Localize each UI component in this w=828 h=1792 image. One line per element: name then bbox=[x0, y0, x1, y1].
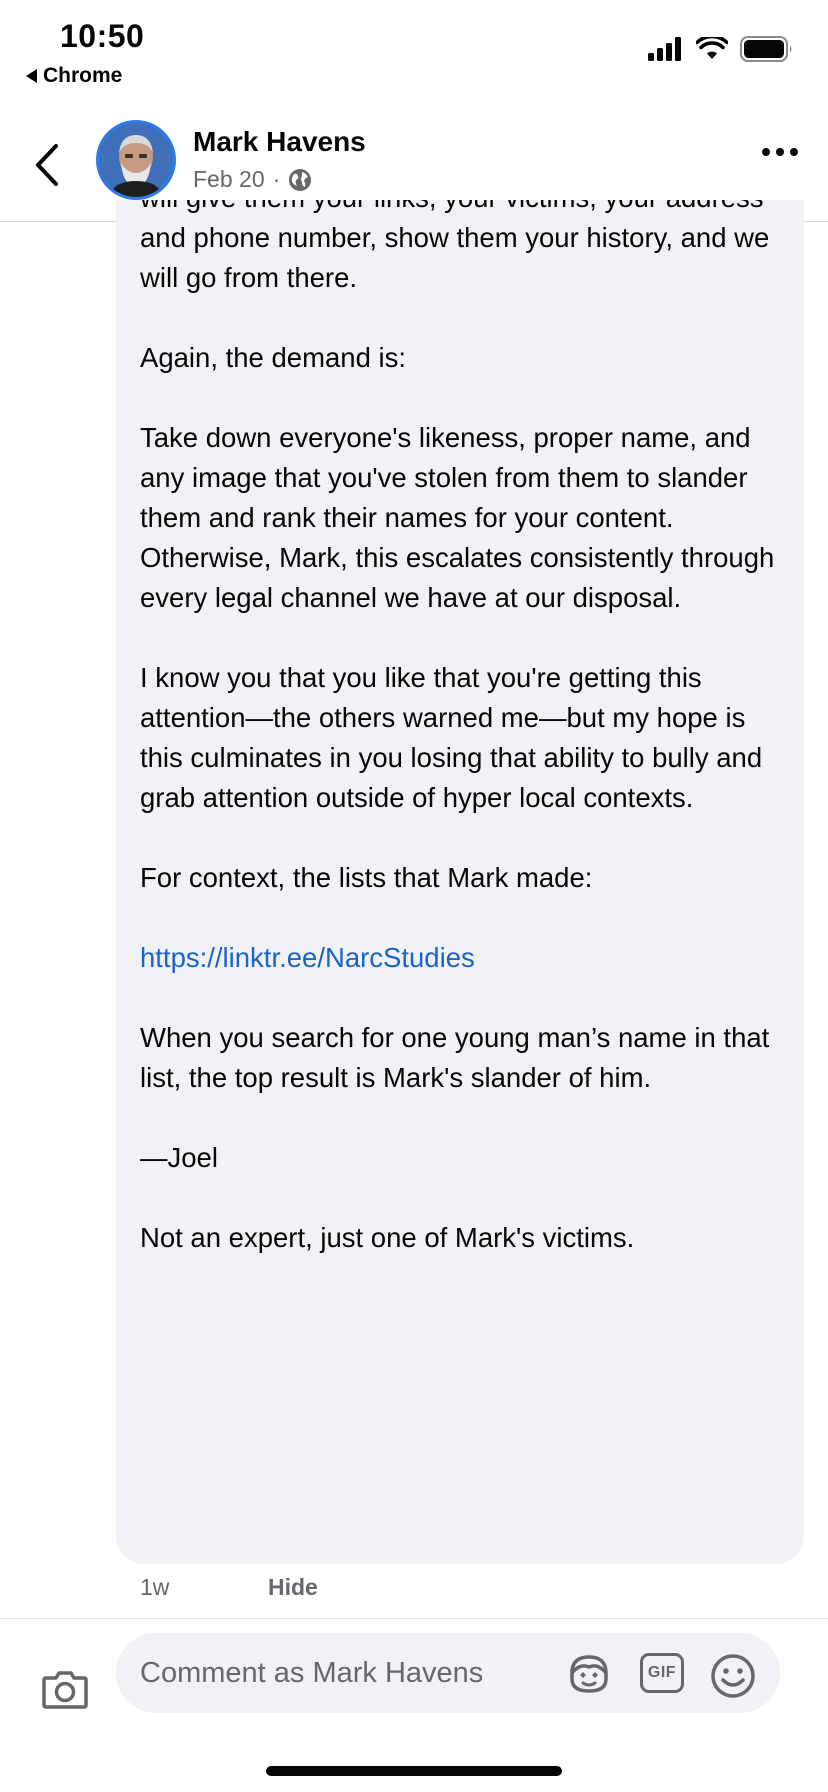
comment-bubble: harassment in Dallas. I'll see what they… bbox=[116, 200, 804, 1564]
post-meta: Feb 20 · bbox=[193, 166, 312, 193]
post-date[interactable]: Feb 20 bbox=[193, 166, 265, 193]
narcstudies-link[interactable]: https://linktr.ee/NarcStudies bbox=[140, 942, 475, 973]
more-dot-icon bbox=[762, 148, 770, 156]
home-indicator[interactable] bbox=[266, 1766, 562, 1776]
avatar-portrait-icon bbox=[99, 123, 173, 197]
comment-paragraph: harassment in Dallas. I'll see what they… bbox=[140, 200, 770, 293]
more-dot-icon bbox=[790, 148, 798, 156]
more-dot-icon bbox=[776, 148, 784, 156]
back-triangle-icon bbox=[26, 69, 37, 83]
comment-paragraph: Not an expert, just one of Mark's victim… bbox=[140, 1222, 635, 1253]
status-time: 10:50 bbox=[60, 18, 145, 54]
meta-separator: · bbox=[272, 166, 281, 192]
camera-icon[interactable] bbox=[42, 1669, 88, 1709]
comment-paragraph: Again, the demand is: bbox=[140, 342, 407, 373]
comment-age: 1w bbox=[140, 1574, 170, 1600]
avatar[interactable] bbox=[96, 120, 176, 200]
screen: 10:50 Chrome Mark Havens Feb 20 · and ph… bbox=[0, 0, 828, 1792]
comment-paragraph: I know you that you like that you're get… bbox=[140, 662, 763, 813]
wifi-icon bbox=[696, 37, 728, 59]
status-icons bbox=[648, 36, 794, 62]
avatar-sticker-icon[interactable] bbox=[566, 1653, 612, 1695]
gif-icon[interactable]: GIF bbox=[640, 1653, 684, 1693]
hide-button[interactable]: Hide bbox=[268, 1574, 318, 1601]
back-to-app-link[interactable]: Chrome bbox=[26, 64, 122, 88]
back-app-label: Chrome bbox=[43, 64, 123, 87]
comment-actions: 1w Hide bbox=[140, 1574, 318, 1601]
comment-paragraph: Take down everyone's likeness, proper na… bbox=[140, 422, 775, 613]
comment-paragraph: —Joel bbox=[140, 1142, 218, 1173]
signal-icon bbox=[648, 37, 681, 61]
emoji-icon[interactable] bbox=[710, 1653, 756, 1699]
back-chevron-icon[interactable] bbox=[30, 142, 66, 188]
globe-icon bbox=[289, 168, 312, 191]
comment-paragraph: When you search for one young man’s name… bbox=[140, 1022, 770, 1093]
comment-text: harassment in Dallas. I'll see what they… bbox=[140, 200, 790, 1258]
more-options-button[interactable] bbox=[762, 148, 798, 156]
gif-label: GIF bbox=[647, 1664, 677, 1681]
comment-link-paragraph: https://linktr.ee/NarcStudies bbox=[140, 938, 790, 978]
battery-icon bbox=[740, 36, 792, 62]
comment-paragraph: For context, the lists that Mark made: bbox=[140, 862, 593, 893]
author-name[interactable]: Mark Havens bbox=[193, 126, 366, 158]
